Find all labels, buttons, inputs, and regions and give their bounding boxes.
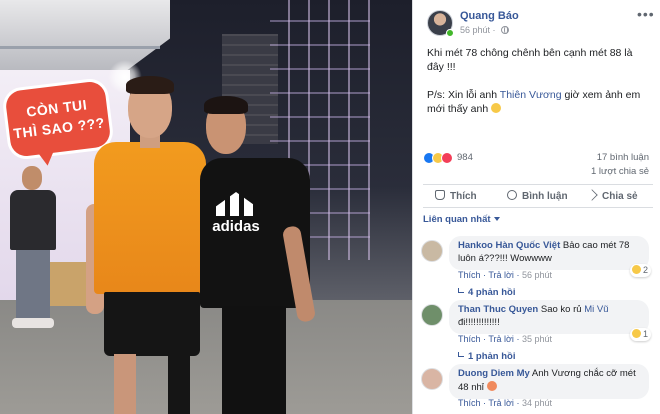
comment-time[interactable]: 56 phút [522,270,552,280]
comment-reply-link[interactable]: Trả lời [488,270,514,280]
shirt-logo-text: adidas [212,218,260,235]
share-count[interactable]: 1 lượt chia sẻ [591,166,649,177]
reply-arrow-icon [458,288,464,293]
post-action-bar: Thích Bình luận Chia sẻ [423,184,653,208]
comment-bubble: Duong Diem My Anh Vương chắc cỡ mét 48 n… [449,364,649,399]
online-status-icon [446,29,454,37]
post-header: Quang Báo 56 phút · ••• [413,0,660,42]
facebook-photo-post: CÒN TUI THÌ SAO ??? adidas Quang Báo 56 … [0,0,660,414]
post-body: Khi mét 78 chông chênh bên cạnh mét 88 l… [427,46,651,130]
post-panel: Quang Báo 56 phút · ••• Khi mét 78 chông… [412,0,660,414]
commenter-name[interactable]: Than Thuc Quyen [458,304,538,315]
comment-like-link[interactable]: Thích [458,270,481,280]
haha-reaction-icon [631,265,641,274]
comment-reaction-badge[interactable]: 2 [629,264,651,277]
comment-count[interactable]: 17 bình luận [597,152,649,163]
comment-reply-link[interactable]: Trả lời [488,398,514,408]
love-face-emoji-icon [486,380,497,391]
comment-icon [507,190,517,200]
background-person [4,166,60,336]
post-text-line-1: Khi mét 78 chông chênh bên cạnh mét 88 l… [427,47,633,73]
globe-icon [501,26,510,34]
reply-arrow-icon [458,352,464,357]
comment-like-link[interactable]: Thích [458,334,481,344]
commenter-name[interactable]: Duong Diem My [458,368,530,379]
thumbs-up-icon [435,190,445,200]
post-timestamp[interactable]: 56 phút · [460,25,510,35]
shirt-logo: adidas [208,192,264,235]
comment-button[interactable]: Bình luận [507,185,568,209]
comment-reply-link[interactable]: Trả lời [488,334,514,344]
commenter-avatar[interactable] [421,240,443,262]
author-name[interactable]: Quang Báo [460,10,519,22]
comment-actions: Thích · Trả lời · 56 phút [458,270,552,280]
reaction-count[interactable]: 984 [457,152,473,163]
comment-sort-dropdown[interactable]: Liên quan nhất [423,214,500,225]
post-time: 56 phút [460,25,491,35]
post-text-ps: P/s: Xin lỗi anh Thiên Vương giờ xem ảnh… [427,89,641,115]
commenter-avatar[interactable] [421,368,443,390]
person-black-shirt: adidas [194,96,317,414]
love-reaction-icon[interactable] [441,152,453,164]
view-replies-link[interactable]: 1 phản hồi [458,351,516,362]
mention-link[interactable]: Thiên Vương [500,89,562,101]
tent-canopy [0,0,170,70]
more-options-icon[interactable]: ••• [637,6,655,22]
comment-like-link[interactable]: Thích [458,398,481,408]
view-replies-link[interactable]: 4 phản hồi [458,287,516,298]
like-button[interactable]: Thích [435,185,477,209]
share-icon [586,189,598,201]
tent-frame [0,46,160,49]
commenter-avatar[interactable] [421,304,443,326]
haha-reaction-icon [631,329,641,338]
comment-bubble: Hankoo Hàn Quốc Việt Bảo cao mét 78 luôn… [449,236,649,270]
share-button[interactable]: Chia sẻ [586,185,638,209]
comment-bubble: Than Thuc Quyen Sao ko rủ Mi Vũ đi!!!!!!… [449,300,649,334]
comment-time[interactable]: 34 phút [522,398,552,408]
reactions-summary: 984 17 bình luận 1 lượt chia sẻ [423,150,653,177]
comment-actions: Thích · Trả lời · 34 phút [458,398,552,408]
mention-link[interactable]: Mi Vũ [584,304,608,315]
comment-reaction-badge[interactable]: 1 [629,328,651,341]
smile-emoji-icon [491,103,502,113]
post-photo[interactable]: CÒN TUI THÌ SAO ??? adidas [0,0,412,414]
comment-time[interactable]: 35 phút [522,334,552,344]
comment-actions: Thích · Trả lời · 35 phút [458,334,552,344]
commenter-name[interactable]: Hankoo Hàn Quốc Việt [458,240,560,251]
caret-down-icon [493,217,500,221]
